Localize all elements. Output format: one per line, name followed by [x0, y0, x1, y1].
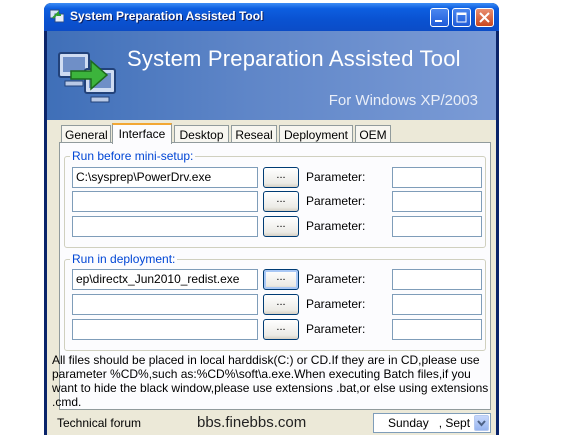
tab-oem[interactable]: OEM: [355, 125, 391, 143]
info-note: All files should be placed in local hard…: [52, 353, 489, 409]
banner-subtitle: For Windows XP/2003: [328, 92, 478, 109]
path-input[interactable]: [72, 319, 258, 340]
client-area: System Preparation Assisted Tool For Win…: [47, 31, 496, 435]
dropdown-button[interactable]: [474, 415, 489, 431]
date-value: Sunday , Sept: [388, 416, 471, 430]
parameter-label: Parameter:: [306, 219, 366, 233]
maximize-button[interactable]: [452, 8, 471, 27]
parameter-label: Parameter:: [306, 297, 366, 311]
parameter-input[interactable]: [392, 191, 482, 212]
parameter-input[interactable]: [392, 216, 482, 237]
browse-button[interactable]: ...: [263, 269, 299, 290]
chevron-down-icon: [477, 420, 486, 427]
parameter-input[interactable]: [392, 294, 482, 315]
parameter-input[interactable]: [392, 167, 482, 188]
tab-interface[interactable]: Interface: [112, 123, 172, 144]
parameter-label: Parameter:: [306, 322, 366, 336]
status-bar: Technical forum bbs.finebbs.com Sunday ,…: [47, 411, 496, 435]
group-run-in-deployment: Run in deployment: ep\directx_Jun2010_re…: [64, 252, 486, 351]
parameter-label: Parameter:: [306, 194, 366, 208]
path-input[interactable]: C:\sysprep\PowerDrv.exe: [72, 167, 258, 188]
tab-deployment[interactable]: Deployment: [279, 125, 353, 143]
browse-button[interactable]: ...: [263, 294, 299, 315]
group-label: Run in deployment:: [70, 252, 178, 266]
browse-button[interactable]: ...: [263, 167, 299, 188]
banner-title: System Preparation Assisted Tool: [127, 46, 461, 71]
maximize-icon: [456, 12, 467, 23]
path-input[interactable]: [72, 216, 258, 237]
computers-arrow-icon: [58, 52, 116, 103]
title-bar[interactable]: System Preparation Assisted Tool: [44, 3, 499, 31]
tab-reseal[interactable]: Reseal: [231, 125, 277, 143]
minimize-button[interactable]: [430, 8, 449, 27]
parameter-input[interactable]: [392, 269, 482, 290]
close-button[interactable]: [475, 8, 494, 27]
forum-link[interactable]: bbs.finebbs.com: [197, 414, 306, 431]
path-input[interactable]: [72, 191, 258, 212]
header-banner: System Preparation Assisted Tool For Win…: [47, 31, 496, 120]
application-window: System Preparation Assisted Tool System …: [44, 3, 499, 435]
parameter-label: Parameter:: [306, 170, 366, 184]
parameter-input[interactable]: [392, 319, 482, 340]
minimize-icon: [435, 20, 442, 22]
parameter-label: Parameter:: [306, 272, 366, 286]
technical-forum-label: Technical forum: [57, 416, 142, 430]
browse-button[interactable]: ...: [263, 191, 299, 212]
group-label: Run before mini-setup:: [70, 149, 196, 163]
browse-button[interactable]: ...: [263, 319, 299, 340]
tab-general[interactable]: General: [61, 125, 111, 143]
browse-button[interactable]: ...: [263, 216, 299, 237]
date-dropdown[interactable]: Sunday , Sept: [373, 413, 491, 433]
close-icon: [479, 12, 490, 23]
path-input[interactable]: ep\directx_Jun2010_redist.exe: [72, 269, 258, 290]
path-input[interactable]: [72, 294, 258, 315]
app-icon: [50, 9, 64, 23]
group-run-before-mini-setup: Run before mini-setup: C:\sysprep\PowerD…: [64, 149, 486, 248]
tab-desktop[interactable]: Desktop: [174, 125, 229, 143]
window-title: System Preparation Assisted Tool: [70, 9, 264, 23]
